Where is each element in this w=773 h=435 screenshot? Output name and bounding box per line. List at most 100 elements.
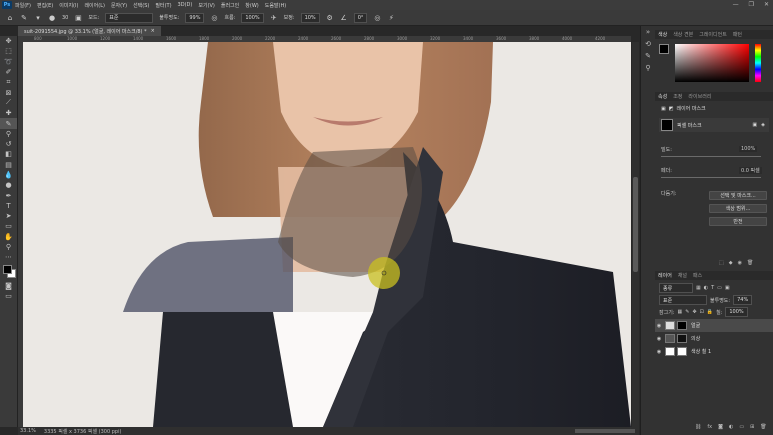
brush-settings-icon[interactable]: ▣	[74, 14, 82, 22]
gear-icon[interactable]: ⚙	[326, 14, 334, 22]
flow-field[interactable]: 100%	[241, 12, 264, 23]
visibility-icon[interactable]: ◉	[738, 260, 742, 266]
gradient-tool-icon[interactable]: ▤	[0, 160, 17, 170]
path-select-tool-icon[interactable]: ➤	[0, 211, 17, 221]
brush-preset-icon[interactable]: ●	[48, 14, 56, 22]
density-slider[interactable]	[661, 156, 761, 157]
vertical-scrollbar[interactable]	[632, 42, 639, 427]
color-picker-field[interactable]	[675, 44, 749, 82]
lock-paint-icon[interactable]: ✎	[685, 309, 689, 315]
eye-icon[interactable]: ◉	[655, 336, 663, 342]
layer-row[interactable]: ◉ 색상 칠 1	[655, 345, 773, 358]
history-icon[interactable]: ⟲	[641, 38, 655, 50]
pressure-opacity-icon[interactable]: ◎	[210, 14, 218, 22]
document-info[interactable]: 3335 픽셀 x 3736 픽셀 (300 ppi)	[44, 428, 122, 435]
pixel-mask-row[interactable]: 픽셀 마스크 ▣ ◈	[659, 118, 769, 132]
tab-layers[interactable]: 레이어	[658, 272, 672, 279]
feather-slider[interactable]	[661, 177, 761, 178]
brush-tool-icon[interactable]: ✎	[0, 118, 17, 129]
tab-adjustments[interactable]: 조정	[673, 93, 682, 100]
document-tab[interactable]: suit-2091554.jpg @ 33.1% (얼굴, 레이어 마스크/8)…	[18, 26, 161, 36]
layer-mask-thumbnail[interactable]	[677, 334, 687, 343]
lock-transparent-icon[interactable]: ▦	[678, 309, 683, 315]
blur-tool-icon[interactable]: 💧	[0, 170, 17, 180]
tab-libraries[interactable]: 라이브러리	[688, 93, 711, 100]
new-layer-icon[interactable]: ⊞	[750, 424, 754, 430]
tab-patterns[interactable]: 패턴	[733, 31, 742, 38]
close-tab-icon[interactable]: ×	[151, 28, 155, 34]
brush-tool-icon[interactable]: ✎	[20, 14, 28, 22]
color-range-button[interactable]: 색상 범위...	[709, 204, 767, 213]
tab-channels[interactable]: 채널	[678, 272, 687, 279]
tab-properties[interactable]: 속성	[658, 93, 667, 100]
menu-select[interactable]: 선택(S)	[133, 2, 149, 9]
vector-mask-add-icon[interactable]: ◈	[761, 122, 765, 128]
trash-icon[interactable]: 🗑	[747, 260, 753, 266]
add-mask-icon[interactable]: ▣	[752, 122, 757, 128]
zoom-level[interactable]: 33.1%	[20, 428, 36, 434]
menu-layer[interactable]: 레이어(L)	[84, 2, 105, 9]
fill-field[interactable]: 100%	[725, 307, 748, 317]
tab-swatches[interactable]: 색상 견본	[673, 31, 693, 38]
quick-select-tool-icon[interactable]: ✐	[0, 67, 17, 77]
smoothing-field[interactable]: 10%	[300, 12, 320, 23]
dodge-tool-icon[interactable]: ●	[0, 180, 17, 190]
hand-tool-icon[interactable]: ✋	[0, 232, 17, 242]
crop-tool-icon[interactable]: ⌗	[0, 77, 17, 87]
menu-image[interactable]: 이미지(I)	[59, 2, 78, 9]
delete-layer-icon[interactable]: 🗑	[760, 424, 766, 430]
lock-all-icon[interactable]: 🔒	[707, 309, 713, 315]
menu-type[interactable]: 문자(Y)	[111, 2, 127, 9]
new-group-icon[interactable]: ▭	[739, 424, 744, 430]
frame-tool-icon[interactable]: ⊠	[0, 87, 17, 97]
horizontal-scrollbar[interactable]	[575, 429, 635, 433]
menu-window[interactable]: 창(W)	[245, 2, 258, 9]
pen-tool-icon[interactable]: ✒	[0, 190, 17, 200]
more-tools-icon[interactable]: ⋯	[0, 252, 17, 262]
opacity-field[interactable]: 99%	[185, 12, 205, 23]
zoom-tool-icon[interactable]: ⚲	[0, 242, 17, 252]
scrollbar-thumb[interactable]	[633, 177, 638, 272]
mode-select[interactable]: 표준	[105, 12, 154, 23]
layer-name[interactable]: 얼굴	[691, 322, 700, 329]
eye-icon[interactable]: ◉	[655, 349, 663, 355]
filter-type-icon[interactable]: T	[711, 285, 714, 291]
layer-opacity-field[interactable]: 74%	[733, 295, 753, 305]
lock-artboard-icon[interactable]: ⊡	[700, 309, 704, 315]
layer-row[interactable]: ◉ 의상	[655, 332, 773, 345]
lock-move-icon[interactable]: ✥	[692, 309, 696, 315]
close-icon[interactable]: ✕	[764, 1, 769, 8]
layer-row[interactable]: ◉ 얼굴	[655, 319, 773, 332]
layer-filter-select[interactable]: 종류	[659, 283, 693, 293]
foreground-color-swatch[interactable]	[3, 264, 12, 274]
minimize-icon[interactable]: —	[733, 1, 739, 8]
lasso-tool-icon[interactable]: ➰	[0, 57, 17, 67]
filter-pixel-icon[interactable]: ▦	[696, 285, 701, 291]
blend-mode-select[interactable]: 표준	[659, 295, 707, 305]
collapse-icon[interactable]: »	[641, 26, 655, 38]
marquee-tool-icon[interactable]: ⬚	[0, 46, 17, 56]
brush-settings-icon[interactable]: ✎	[641, 50, 655, 62]
layer-name[interactable]: 의상	[691, 335, 700, 342]
hue-slider[interactable]	[755, 44, 761, 82]
document-canvas[interactable]	[23, 42, 631, 427]
filter-adjust-icon[interactable]: ◐	[704, 285, 708, 291]
symmetry-icon[interactable]: ⚡	[387, 14, 395, 22]
airbrush-icon[interactable]: ✈	[270, 14, 278, 22]
menu-filter[interactable]: 필터(T)	[155, 2, 171, 9]
fx-icon[interactable]: fx	[707, 424, 712, 430]
chevron-down-icon[interactable]: ▾	[34, 14, 42, 22]
tab-color[interactable]: 색상	[658, 31, 667, 38]
screen-mode-icon[interactable]: ▭	[0, 291, 17, 301]
color-swatches[interactable]	[0, 263, 17, 281]
layer-mask-thumbnail[interactable]	[677, 347, 687, 356]
rectangle-tool-icon[interactable]: ▭	[0, 221, 17, 231]
menu-plugins[interactable]: 플러그인	[221, 2, 239, 9]
apply-mask-icon[interactable]: ◆	[729, 260, 733, 266]
move-tool-icon[interactable]: ✥	[0, 36, 17, 46]
selection-from-mask-icon[interactable]: ⬚	[719, 260, 724, 266]
tab-gradients[interactable]: 그레이디언트	[699, 31, 727, 38]
clone-stamp-tool-icon[interactable]: ⚲	[0, 129, 17, 139]
eye-icon[interactable]: ◉	[655, 323, 663, 329]
angle-field[interactable]: 0°	[353, 12, 368, 23]
